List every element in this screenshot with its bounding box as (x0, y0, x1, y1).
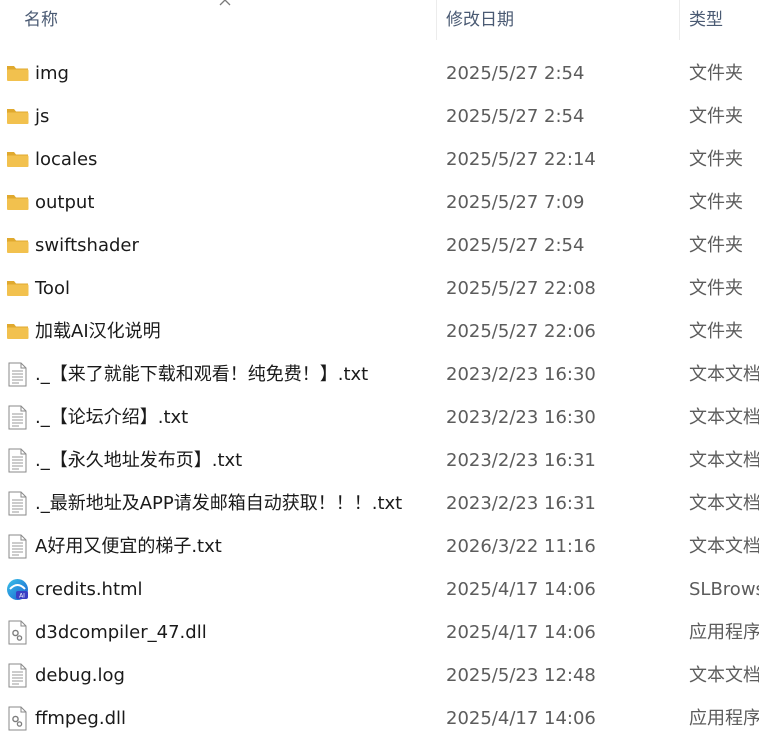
file-type: 文件夹 (689, 192, 743, 213)
file-row[interactable]: ffmpeg.dll 2025/4/17 14:06 应用程序 (0, 697, 759, 740)
file-modified-date: 2023/2/23 16:31 (446, 450, 596, 471)
file-type: 文本文档 (689, 450, 759, 471)
file-type: 应用程序 (689, 622, 759, 643)
file-modified-date: 2026/3/22 11:16 (446, 536, 596, 557)
folder-icon (6, 104, 29, 129)
file-row[interactable]: d3dcompiler_47.dll 2025/4/17 14:06 应用程序 (0, 611, 759, 654)
text-document-icon (6, 362, 29, 387)
column-header-type[interactable]: 类型 (689, 0, 723, 40)
file-list: img 2025/5/27 2:54 文件夹 js 2025/5/27 2:54 文件夹 l… (0, 0, 759, 741)
file-row[interactable]: ._最新地址及APP请发邮箱自动获取！！！.txt 2023/2/23 16:31… (0, 482, 759, 525)
file-name: credits.html (35, 579, 143, 600)
file-type: 文本文档 (689, 364, 759, 385)
file-modified-date: 2025/5/27 22:14 (446, 149, 596, 170)
file-type: SLBrows (689, 579, 759, 600)
file-row[interactable]: swiftshader 2025/5/27 2:54 文件夹 (0, 224, 759, 267)
file-name: debug.log (35, 665, 125, 686)
file-type: 文件夹 (689, 321, 743, 342)
file-type: 文件夹 (689, 149, 743, 170)
file-type: 文件夹 (689, 235, 743, 256)
file-name: swiftshader (35, 235, 139, 256)
file-row[interactable]: A好用又便宜的梯子.txt 2026/3/22 11:16 文本文档 (0, 525, 759, 568)
text-document-icon (6, 663, 29, 688)
file-type: 文本文档 (689, 665, 759, 686)
file-row[interactable]: Tool 2025/5/27 22:08 文件夹 (0, 267, 759, 310)
folder-icon (6, 147, 29, 172)
file-modified-date: 2025/5/27 22:08 (446, 278, 596, 299)
file-name: output (35, 192, 95, 213)
column-divider[interactable] (679, 0, 680, 40)
file-type: 文本文档 (689, 536, 759, 557)
file-row[interactable]: 加载AI汉化说明 2025/5/27 22:06 文件夹 (0, 310, 759, 353)
file-name: ._最新地址及APP请发邮箱自动获取！！！.txt (35, 493, 403, 514)
file-row[interactable]: js 2025/5/27 2:54 文件夹 (0, 95, 759, 138)
file-name: ffmpeg.dll (35, 708, 127, 729)
file-modified-date: 2025/4/17 14:06 (446, 622, 596, 643)
file-name: A好用又便宜的梯子.txt (35, 536, 222, 557)
text-document-icon (6, 448, 29, 473)
file-modified-date: 2025/5/27 7:09 (446, 192, 585, 213)
column-header-date[interactable]: 修改日期 (446, 0, 514, 40)
column-header: 名称 修改日期 类型 (0, 0, 759, 40)
file-modified-date: 2023/2/23 16:31 (446, 493, 596, 514)
file-type: 文件夹 (689, 106, 743, 127)
column-header-name[interactable]: 名称 (24, 0, 58, 40)
browser-icon: AI (6, 577, 29, 602)
file-modified-date: 2025/5/27 22:06 (446, 321, 596, 342)
file-name: ._【来了就能下载和观看！纯免费！】.txt (35, 364, 369, 385)
file-name: d3dcompiler_47.dll (35, 622, 207, 643)
text-document-icon (6, 405, 29, 430)
file-modified-date: 2025/5/27 2:54 (446, 63, 585, 84)
file-name: 加载AI汉化说明 (35, 321, 161, 342)
file-row[interactable]: ._【永久地址发布页】.txt 2023/2/23 16:31 文本文档 (0, 439, 759, 482)
file-type: 文本文档 (689, 407, 759, 428)
folder-icon (6, 233, 29, 258)
dll-file-icon (6, 620, 29, 645)
folder-icon (6, 190, 29, 215)
folder-icon (6, 319, 29, 344)
dll-file-icon (6, 706, 29, 731)
file-type: 文本文档 (689, 493, 759, 514)
file-row[interactable]: ._【来了就能下载和观看！纯免费！】.txt 2023/2/23 16:30 文本文… (0, 353, 759, 396)
file-type: 文件夹 (689, 63, 743, 84)
file-modified-date: 2025/5/23 12:48 (446, 665, 596, 686)
sort-ascending-icon[interactable] (219, 0, 231, 6)
folder-icon (6, 276, 29, 301)
text-document-icon (6, 491, 29, 516)
file-name: js (35, 106, 50, 127)
file-modified-date: 2025/5/27 2:54 (446, 106, 585, 127)
file-row[interactable]: locales 2025/5/27 22:14 文件夹 (0, 138, 759, 181)
file-row[interactable]: img 2025/5/27 2:54 文件夹 (0, 52, 759, 95)
file-type: 文件夹 (689, 278, 743, 299)
file-type: 应用程序 (689, 708, 759, 729)
file-row[interactable]: output 2025/5/27 7:09 文件夹 (0, 181, 759, 224)
file-modified-date: 2025/5/27 2:54 (446, 235, 585, 256)
file-modified-date: 2023/2/23 16:30 (446, 407, 596, 428)
file-row[interactable]: debug.log 2025/5/23 12:48 文本文档 (0, 654, 759, 697)
file-modified-date: 2025/4/17 14:06 (446, 708, 596, 729)
file-name: Tool (35, 278, 70, 299)
svg-text:AI: AI (19, 593, 25, 600)
file-name: ._【论坛介绍】.txt (35, 407, 189, 428)
file-name: ._【永久地址发布页】.txt (35, 450, 243, 471)
file-row[interactable]: ._【论坛介绍】.txt 2023/2/23 16:30 文本文档 (0, 396, 759, 439)
text-document-icon (6, 534, 29, 559)
column-divider[interactable] (436, 0, 437, 40)
file-modified-date: 2025/4/17 14:06 (446, 579, 596, 600)
file-name: locales (35, 149, 98, 170)
file-row[interactable]: AI credits.html 2025/4/17 14:06 SLBrows (0, 568, 759, 611)
file-name: img (35, 63, 69, 84)
folder-icon (6, 61, 29, 86)
file-modified-date: 2023/2/23 16:30 (446, 364, 596, 385)
